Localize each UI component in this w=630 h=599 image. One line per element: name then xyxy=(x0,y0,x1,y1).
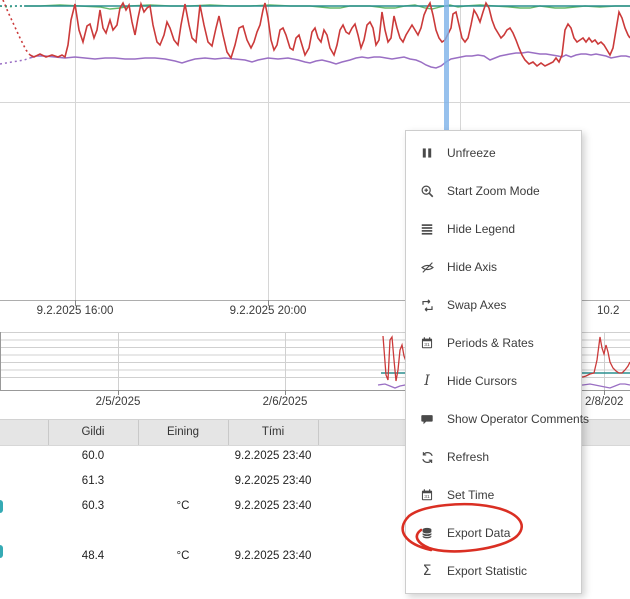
menu-item-show-operator-comments[interactable]: Show Operator Comments xyxy=(406,400,581,438)
cell-timi: 9.2.2025 23:40 xyxy=(228,469,318,494)
cell-timi: 9.2.2025 23:40 xyxy=(228,494,318,519)
zoom-in-icon xyxy=(419,183,435,199)
menu-item-swap-axes[interactable]: Swap Axes xyxy=(406,286,581,324)
menu-item-start-zoom-mode[interactable]: Start Zoom Mode xyxy=(406,172,581,210)
svg-text:31: 31 xyxy=(424,342,430,348)
menu-item-periods-rates[interactable]: 31 Periods & Rates xyxy=(406,324,581,362)
cell-eining xyxy=(138,444,228,469)
swap-axes-icon xyxy=(419,297,435,313)
cell-gildi: 60.3 xyxy=(48,494,138,519)
menu-item-label: Set Time xyxy=(447,488,494,502)
chart-context-menu: Unfreeze Start Zoom Mode Hide Legend Hid… xyxy=(405,130,582,594)
menu-item-refresh[interactable]: Refresh xyxy=(406,438,581,476)
cell-gildi: 60.0 xyxy=(48,444,138,469)
cell-eining xyxy=(138,519,228,544)
cell-gildi: 61.3 xyxy=(48,469,138,494)
overview-tick-label: 2/6/2025 xyxy=(235,396,335,408)
menu-item-set-time[interactable]: 31 Set Time xyxy=(406,476,581,514)
overview-tick-label-truncated: 2/8/202 xyxy=(585,396,623,408)
table-header-eining: Eining xyxy=(138,420,228,445)
menu-item-hide-axis[interactable]: Hide Axis xyxy=(406,248,581,286)
cell-eining: °C xyxy=(138,494,228,519)
menu-item-label: Periods & Rates xyxy=(447,336,534,350)
column-separator xyxy=(48,420,49,445)
sigma-icon: Σ xyxy=(419,563,435,579)
refresh-icon xyxy=(419,449,435,465)
cell-timi: 9.2.2025 23:40 xyxy=(228,544,318,569)
cell-gildi: 48.4 xyxy=(48,544,138,569)
table-header-timi: Tími xyxy=(228,420,318,445)
text-cursor-icon: I xyxy=(419,373,435,389)
menu-item-label: Hide Cursors xyxy=(447,374,517,388)
legend-list-icon xyxy=(419,221,435,237)
menu-item-label: Hide Legend xyxy=(447,222,515,236)
hide-axis-icon xyxy=(419,259,435,275)
menu-item-unfreeze[interactable]: Unfreeze xyxy=(406,134,581,172)
menu-item-label: Export Data xyxy=(447,526,510,540)
menu-item-hide-legend[interactable]: Hide Legend xyxy=(406,210,581,248)
x-tick-label: 9.2.2025 20:00 xyxy=(208,305,328,317)
red-series-line xyxy=(3,0,630,66)
menu-item-label: Export Statistic xyxy=(447,564,527,578)
cell-timi xyxy=(228,519,318,544)
menu-item-export-data[interactable]: Export Data xyxy=(406,514,581,552)
menu-item-label: Show Operator Comments xyxy=(447,412,589,426)
svg-text:31: 31 xyxy=(424,494,430,500)
x-tick-label-truncated: 10.2 xyxy=(597,305,619,317)
overview-tick-label: 2/5/2025 xyxy=(68,396,168,408)
menu-item-label: Swap Axes xyxy=(447,298,506,312)
comment-icon xyxy=(419,411,435,427)
menu-item-export-statistic[interactable]: Σ Export Statistic xyxy=(406,552,581,590)
calendar-icon: 31 xyxy=(419,335,435,351)
column-separator xyxy=(318,420,319,445)
pause-icon xyxy=(419,145,435,161)
row-color-mark xyxy=(0,545,3,558)
trend-viewer-screen: 9.2.2025 16:00 9.2.2025 20:00 10.2 xyxy=(0,0,630,599)
menu-item-label: Unfreeze xyxy=(447,146,496,160)
row-color-mark xyxy=(0,500,3,513)
menu-item-label: Start Zoom Mode xyxy=(447,184,540,198)
table-header-gildi: Gildi xyxy=(48,420,138,445)
menu-item-hide-cursors[interactable]: I Hide Cursors xyxy=(406,362,581,400)
column-separator xyxy=(138,420,139,445)
cell-eining xyxy=(138,469,228,494)
cell-gildi xyxy=(48,519,138,544)
database-icon xyxy=(419,525,435,541)
menu-item-label: Hide Axis xyxy=(447,260,497,274)
cell-timi: 9.2.2025 23:40 xyxy=(228,444,318,469)
column-separator xyxy=(228,420,229,445)
calendar-icon: 31 xyxy=(419,487,435,503)
cell-eining: °C xyxy=(138,544,228,569)
menu-item-label: Refresh xyxy=(447,450,489,464)
x-tick-label: 9.2.2025 16:00 xyxy=(15,305,135,317)
